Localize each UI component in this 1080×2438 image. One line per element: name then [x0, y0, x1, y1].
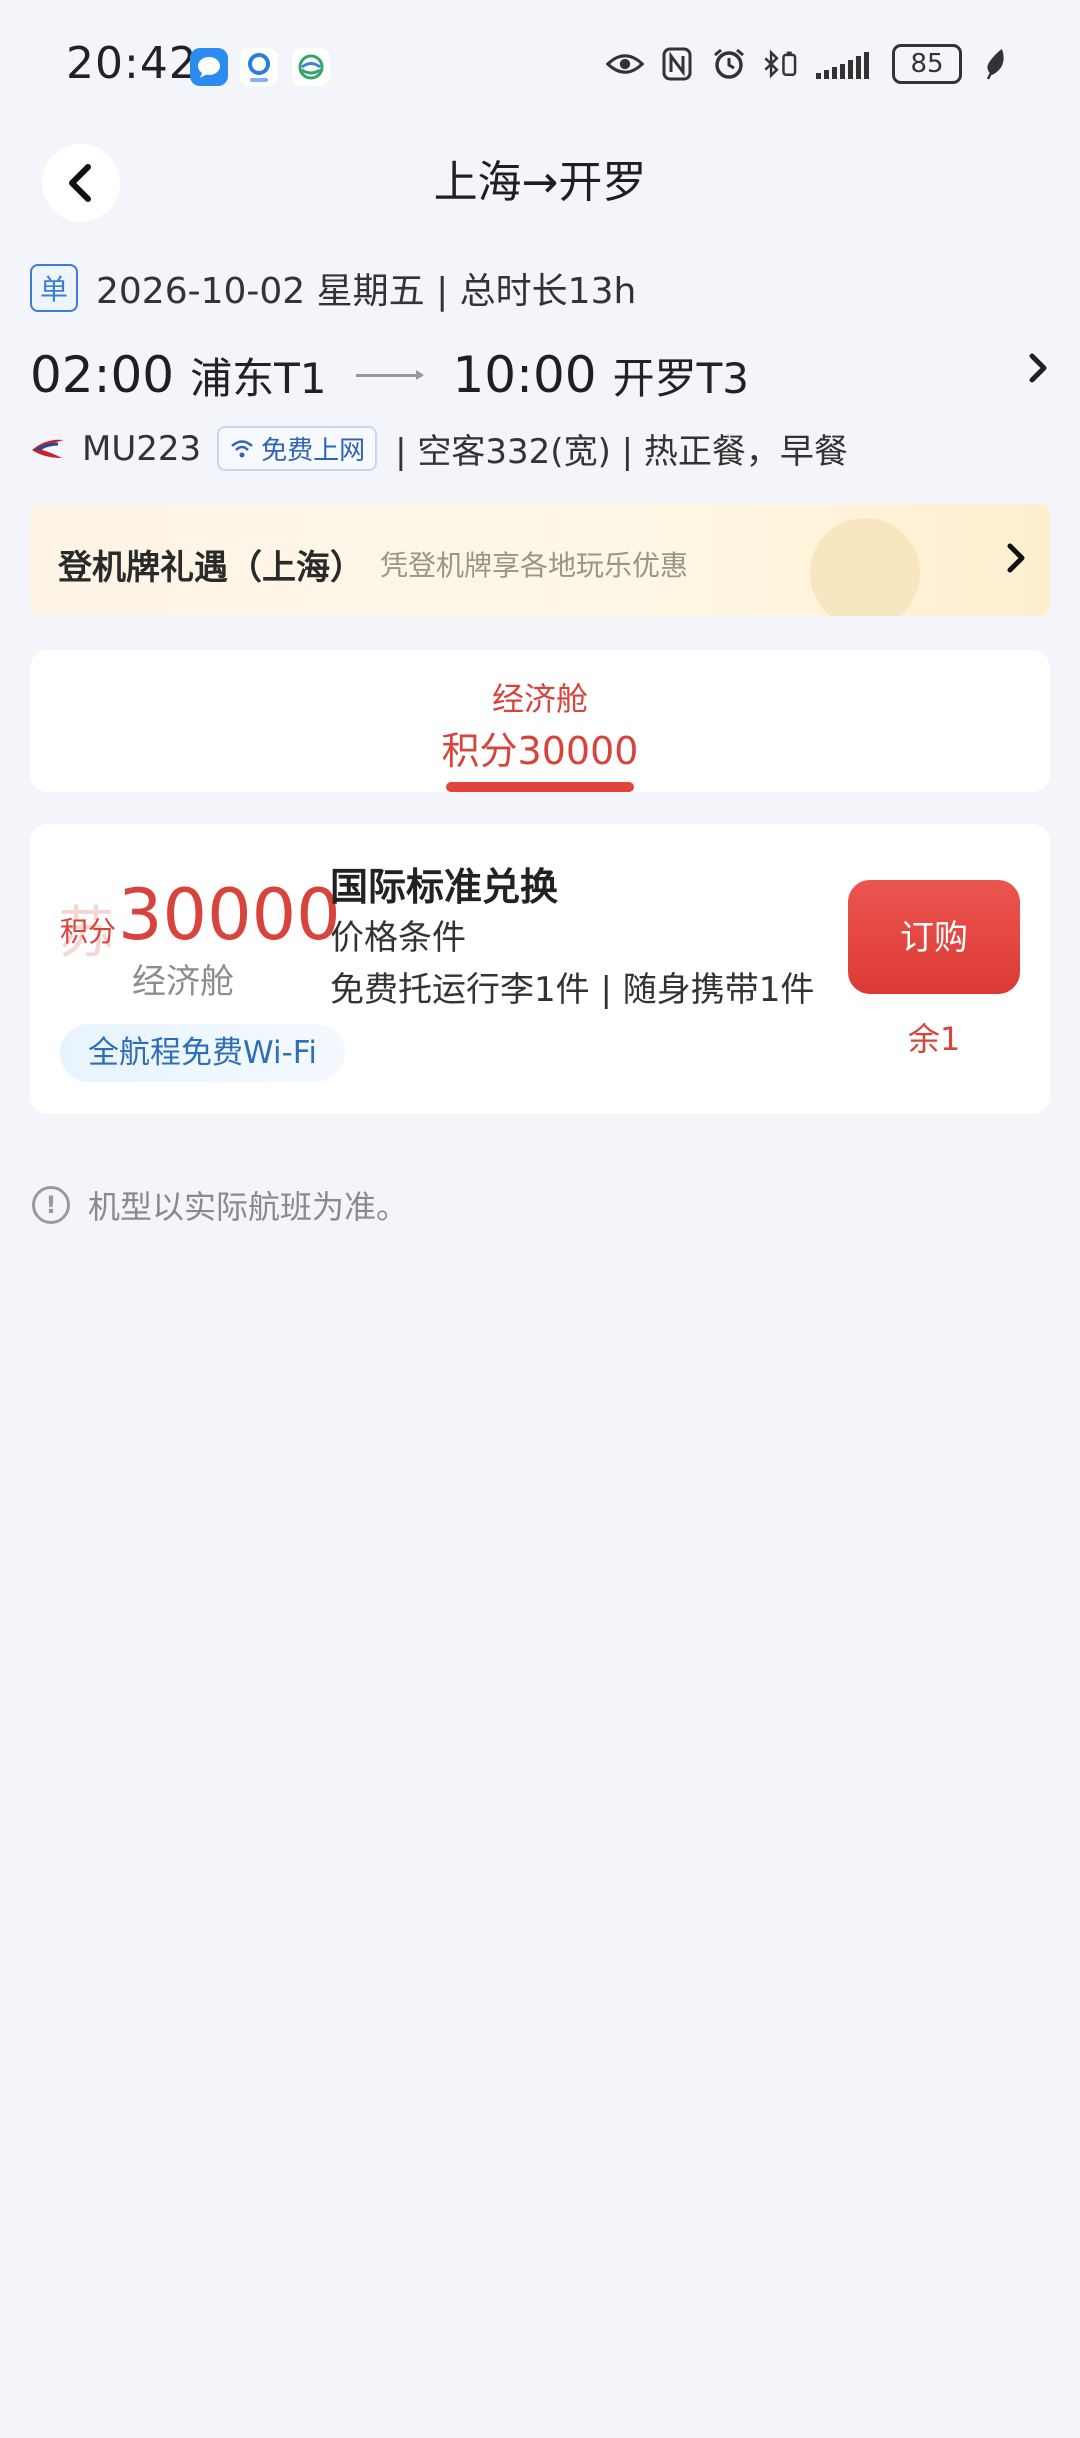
header: 上海→开罗	[0, 140, 1080, 240]
tab-active-indicator	[446, 782, 634, 792]
trip-summary: 单 2026-10-02 星期五 | 总时长13h	[30, 262, 636, 314]
free-wifi-pill: 全航程免费Wi-Fi	[60, 1024, 345, 1082]
seats-remaining: 余1	[907, 1020, 961, 1058]
mobile-app-icon	[292, 48, 330, 86]
browser-app-icon	[240, 48, 278, 86]
arrive-time: 10:00	[452, 346, 597, 404]
wifi-icon	[231, 439, 253, 457]
notice-text: 机型以实际航班为准。	[88, 1188, 409, 1226]
promo-subtitle: 凭登机牌享各地玩乐优惠	[380, 549, 689, 582]
price-conditions-link[interactable]: 价格条件	[330, 910, 466, 959]
signal-icon	[814, 45, 878, 83]
eye-icon	[606, 45, 644, 83]
message-app-icon	[190, 48, 228, 86]
page-title: 上海→开罗	[433, 157, 647, 208]
flight-times-row[interactable]: 02:00 浦东T1 10:00 开罗T3	[30, 340, 1050, 410]
china-eastern-logo	[32, 439, 64, 458]
arrive-airport: 开罗T3	[612, 353, 749, 403]
battery-icon: 85	[892, 44, 962, 84]
fare-card: 苏 积分 30000 经济舱 国际标准兑换 价格条件 免费托运行李1件 | 随身…	[30, 824, 1050, 1114]
status-icons: 85	[606, 44, 1014, 84]
wifi-badge: 免费上网	[217, 426, 378, 471]
depart-time: 02:00	[30, 346, 175, 404]
baggage-allowance: 免费托运行李1件 | 随身携带1件	[330, 970, 815, 1010]
depart-airport: 浦东T1	[190, 353, 327, 403]
nfc-icon	[658, 45, 696, 83]
status-time: 20:42	[66, 38, 198, 89]
flight-number: MU223	[82, 428, 202, 469]
fare-points-label: 积分	[60, 915, 117, 948]
cabin-tab-card: 经济舱 积分30000	[30, 650, 1050, 792]
flight-info-row: MU223 免费上网 | 空客332(宽) | 热正餐，早餐	[28, 424, 848, 473]
aircraft-meal-info: | 空客332(宽) | 热正餐，早餐	[395, 432, 848, 472]
bluetooth-icon	[762, 45, 800, 83]
wifi-badge-label: 免费上网	[261, 436, 366, 466]
promo-decoration	[810, 518, 920, 616]
tab-economy-points[interactable]: 积分30000	[30, 720, 1050, 775]
aircraft-notice: ! 机型以实际航班为准。	[32, 1182, 408, 1228]
route-arrow-icon	[356, 369, 425, 380]
chevron-right-icon	[1029, 353, 1047, 383]
leaf-icon	[976, 45, 1014, 83]
promo-title: 登机牌礼遇（上海）	[58, 548, 364, 588]
chevron-right-icon	[1007, 543, 1025, 573]
status-bar: 20:42 85	[0, 0, 1080, 130]
alarm-icon	[710, 45, 748, 83]
date-duration: 2026-10-02 星期五 | 总时长13h	[96, 271, 637, 312]
fare-cabin-class: 经济舱	[132, 962, 234, 1002]
one-way-tag: 单	[30, 264, 78, 312]
info-icon: !	[32, 1186, 70, 1224]
book-button[interactable]: 订购	[848, 880, 1020, 994]
boarding-pass-promo-banner[interactable]: 登机牌礼遇（上海） 凭登机牌享各地玩乐优惠	[30, 504, 1050, 616]
fare-name: 国际标准兑换	[330, 865, 559, 909]
tab-economy[interactable]: 经济舱	[30, 674, 1050, 720]
fare-points-value: 30000	[118, 874, 341, 956]
